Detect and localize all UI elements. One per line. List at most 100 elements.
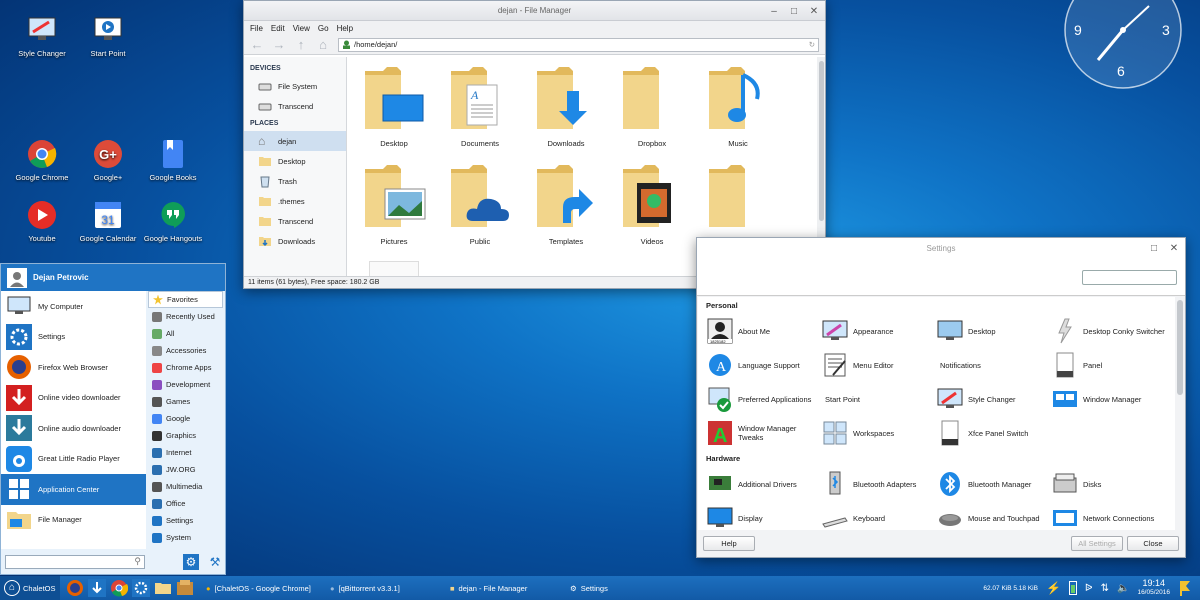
file-manager-titlebar[interactable]: dejan - File Manager – □ ✕ bbox=[244, 1, 825, 21]
menu-category-system[interactable]: System bbox=[148, 529, 223, 546]
settings-item[interactable]: A Language Support bbox=[706, 348, 821, 382]
menu-category-office[interactable]: Office bbox=[148, 495, 223, 512]
sidebar-item-transcend[interactable]: Transcend bbox=[244, 96, 346, 116]
menu-help[interactable]: Help bbox=[337, 24, 353, 33]
settings-item[interactable]: Keyboard bbox=[821, 501, 936, 530]
volume-icon[interactable]: 🔈 bbox=[1117, 583, 1129, 594]
menu-tools-icon[interactable]: ⚒ bbox=[207, 554, 223, 570]
folder-item[interactable]: Music bbox=[695, 65, 781, 163]
sidebar-item-downloads[interactable]: Downloads bbox=[244, 231, 346, 251]
chrome-icon[interactable] bbox=[110, 579, 128, 597]
menu-app-my-computer[interactable]: My Computer bbox=[1, 291, 146, 322]
folder-item[interactable]: A Documents bbox=[437, 65, 523, 163]
desktop-icon-google-books[interactable]: Google Books bbox=[133, 138, 213, 182]
settings-item[interactable]: Bluetooth Adapters bbox=[821, 467, 936, 501]
show-desktop-icon[interactable] bbox=[1178, 579, 1192, 597]
settings-scrollbar[interactable] bbox=[1177, 300, 1183, 395]
settings-item[interactable]: Bluetooth Manager bbox=[936, 467, 1051, 501]
settings-item[interactable]: 1825182 About Me bbox=[706, 314, 821, 348]
settings-search-input[interactable] bbox=[1082, 270, 1177, 285]
folder-item[interactable]: Desktop bbox=[351, 65, 437, 163]
menu-go[interactable]: Go bbox=[318, 24, 329, 33]
all-settings-button[interactable]: All Settings bbox=[1071, 536, 1123, 551]
folder-item[interactable]: Videos bbox=[609, 163, 695, 261]
menu-category-google[interactable]: Google bbox=[148, 410, 223, 427]
settings-item[interactable]: Desktop bbox=[936, 314, 1051, 348]
settings-item[interactable]: Desktop Conky Switcher bbox=[1051, 314, 1166, 348]
menu-app-file-manager[interactable]: File Manager bbox=[1, 505, 146, 536]
menu-category-games[interactable]: Games bbox=[148, 393, 223, 410]
menu-category-graphics[interactable]: Graphics bbox=[148, 427, 223, 444]
settings-item[interactable]: Panel bbox=[1051, 348, 1166, 382]
download-icon[interactable] bbox=[88, 579, 106, 597]
folder-item[interactable] bbox=[351, 261, 437, 276]
settings-item[interactable]: Menu Editor bbox=[821, 348, 936, 382]
menu-search-input[interactable]: ⚲ bbox=[5, 555, 145, 569]
settings-item[interactable]: A Window Manager Tweaks bbox=[706, 416, 821, 450]
maximize-icon[interactable]: □ bbox=[1147, 241, 1161, 255]
sidebar-item-desktop[interactable]: Desktop bbox=[244, 151, 346, 171]
maximize-icon[interactable]: □ bbox=[787, 4, 801, 18]
menu-file[interactable]: File bbox=[250, 24, 263, 33]
menu-category-recently-used[interactable]: Recently Used bbox=[148, 308, 223, 325]
folder-item[interactable]: Dropbox bbox=[609, 65, 695, 163]
firefox-icon[interactable] bbox=[66, 579, 84, 597]
app-center-icon[interactable] bbox=[176, 579, 194, 597]
task-chrome[interactable]: ● [ChaletOS - Google Chrome] bbox=[200, 578, 324, 598]
location-bar[interactable]: /home/dejan/ ↻ bbox=[338, 37, 819, 52]
menu-category-multimedia[interactable]: Multimedia bbox=[148, 478, 223, 495]
menu-app-application-center[interactable]: Application Center bbox=[1, 474, 146, 505]
gear-icon[interactable] bbox=[132, 579, 150, 597]
folder-icon[interactable] bbox=[154, 579, 172, 597]
settings-item[interactable]: Preferred Applications bbox=[706, 382, 821, 416]
start-button[interactable]: ⌂ ChaletOS bbox=[0, 576, 60, 600]
help-button[interactable]: Help bbox=[703, 536, 755, 551]
menu-app-video-downloader[interactable]: Online video downloader bbox=[1, 383, 146, 414]
menu-app-audio-downloader[interactable]: Online audio downloader bbox=[1, 413, 146, 444]
task-qbittorrent[interactable]: ● [qBittorrent v3.3.1] bbox=[324, 578, 444, 598]
reload-icon[interactable]: ↻ bbox=[809, 40, 815, 49]
menu-category-settings[interactable]: Settings bbox=[148, 512, 223, 529]
network-icon[interactable]: ⇅ bbox=[1101, 583, 1109, 594]
minimize-icon[interactable]: – bbox=[767, 4, 781, 18]
back-arrow-icon[interactable]: ← bbox=[250, 37, 264, 52]
sidebar-item-trash[interactable]: Trash bbox=[244, 171, 346, 191]
up-arrow-icon[interactable]: ↑ bbox=[294, 37, 308, 52]
menu-settings-icon[interactable]: ⚙ bbox=[183, 554, 199, 570]
menu-view[interactable]: View bbox=[293, 24, 310, 33]
menu-category-development[interactable]: Development bbox=[148, 376, 223, 393]
battery-icon[interactable] bbox=[1068, 581, 1077, 595]
settings-item[interactable]: Workspaces bbox=[821, 416, 936, 450]
home-icon[interactable]: ⌂ bbox=[316, 37, 330, 52]
settings-item[interactable]: Disks bbox=[1051, 467, 1166, 501]
settings-item[interactable]: Display bbox=[706, 501, 821, 530]
menu-category-chrome-apps[interactable]: Chrome Apps bbox=[148, 359, 223, 376]
close-icon[interactable]: ✕ bbox=[1167, 241, 1181, 255]
forward-arrow-icon[interactable]: → bbox=[272, 37, 286, 52]
lightning-icon[interactable]: ⚡ bbox=[1046, 581, 1061, 595]
menu-edit[interactable]: Edit bbox=[271, 24, 285, 33]
menu-app-settings[interactable]: Settings bbox=[1, 322, 146, 353]
sidebar-item-file-system[interactable]: File System bbox=[244, 76, 346, 96]
task-file-manager[interactable]: ■ dejan - File Manager bbox=[444, 578, 564, 598]
sidebar-item-transcend-place[interactable]: Transcend bbox=[244, 211, 346, 231]
settings-item[interactable]: Xfce Panel Switch bbox=[936, 416, 1051, 450]
close-icon[interactable]: ✕ bbox=[807, 4, 821, 18]
settings-item[interactable]: Mouse and Touchpad bbox=[936, 501, 1051, 530]
menu-category-favorites[interactable]: Favorites bbox=[148, 291, 223, 308]
bluetooth-icon[interactable]: ᐉ bbox=[1085, 583, 1093, 594]
folder-item[interactable]: Templates bbox=[523, 163, 609, 261]
menu-category-internet[interactable]: Internet bbox=[148, 444, 223, 461]
settings-titlebar[interactable]: Settings □ ✕ bbox=[697, 238, 1185, 258]
task-settings[interactable]: ⚙ Settings bbox=[564, 578, 684, 598]
settings-item[interactable]: Appearance bbox=[821, 314, 936, 348]
settings-item[interactable]: Style Changer bbox=[936, 382, 1051, 416]
clock[interactable]: 19:14 16/05/2016 bbox=[1137, 579, 1170, 597]
menu-category-jw-org[interactable]: JW.ORG bbox=[148, 461, 223, 478]
menu-app-radio-player[interactable]: Great Little Radio Player bbox=[1, 444, 146, 475]
folder-item[interactable]: Public bbox=[437, 163, 523, 261]
settings-item[interactable]: Additional Drivers bbox=[706, 467, 821, 501]
menu-category-accessories[interactable]: Accessories bbox=[148, 342, 223, 359]
close-button[interactable]: Close bbox=[1127, 536, 1179, 551]
menu-app-firefox[interactable]: Firefox Web Browser bbox=[1, 352, 146, 383]
